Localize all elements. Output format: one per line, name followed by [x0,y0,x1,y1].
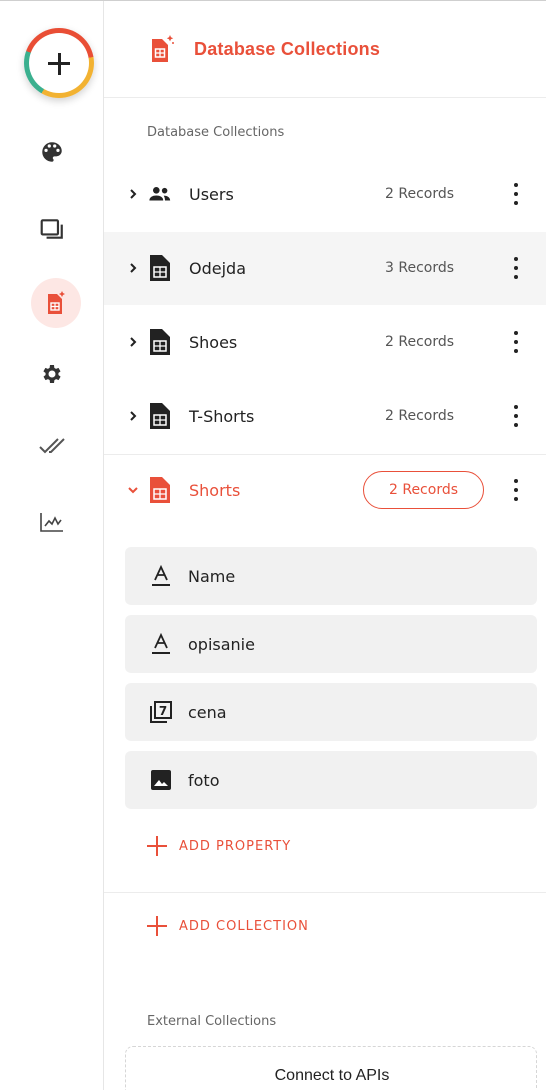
add-property-button[interactable]: ADD PROPERTY [147,834,291,858]
text-type-icon [149,564,173,588]
analytics-icon [40,513,63,532]
collection-row-odejda[interactable]: Odejda 3 Records [104,232,546,305]
users-icon [148,180,172,208]
record-count: 2 Records [385,334,455,350]
collection-row-t-shorts[interactable]: T-Shorts 2 Records [104,380,546,453]
property-item[interactable]: Name [125,547,537,605]
record-count: 2 Records [385,408,455,424]
divider [104,892,546,893]
chevron-right-icon[interactable] [126,407,140,425]
add-property-label: ADD PROPERTY [179,838,292,854]
external-collections-label: External Collections [147,1014,277,1029]
property-item[interactable]: foto [125,751,537,809]
text-type-icon [149,632,173,656]
plus-icon [147,916,167,936]
table-icon [148,328,172,356]
rail-item-database[interactable] [31,278,81,328]
add-button[interactable] [24,28,94,98]
property-name: Name [188,567,236,586]
image-type-icon [149,768,173,792]
plus-icon [147,836,167,856]
property-name: cena [188,703,227,722]
chevron-right-icon[interactable] [126,185,140,203]
rail-item-analytics[interactable] [32,502,72,542]
palette-icon [42,142,62,162]
collection-row-shoes[interactable]: Shoes 2 Records [104,306,546,379]
number-type-icon: 7 [149,700,173,724]
record-count: 3 Records [385,260,455,276]
add-collection-button[interactable]: ADD COLLECTION [147,914,309,938]
property-item[interactable]: opisanie [125,615,537,673]
collection-name: Shoes [189,333,238,352]
left-rail [0,1,104,1090]
database-icon [48,291,65,314]
chevron-right-icon[interactable] [126,259,140,277]
more-vertical-icon[interactable] [504,255,528,281]
collections-panel: Database Collections Database Collection… [104,1,546,1090]
table-icon [148,254,172,282]
collection-name: Users [189,185,234,204]
collection-row-users[interactable]: Users 2 Records [104,158,546,231]
rail-item-screens[interactable] [32,209,72,249]
database-collections-label: Database Collections [147,125,285,140]
svg-text:7: 7 [159,704,167,718]
table-icon [148,402,172,430]
property-name: opisanie [188,635,255,654]
page-title: Database Collections [194,39,381,59]
rail-item-theme[interactable] [32,132,72,172]
record-count-badge[interactable]: 2 Records [363,471,484,509]
connect-apis-button[interactable]: Connect to APIs [125,1046,537,1090]
double-check-icon [39,438,65,454]
table-icon [148,476,172,504]
collection-name: Shorts [189,481,241,500]
collection-name: Odejda [189,259,246,278]
screens-icon [40,219,63,239]
panel-header: Database Collections [104,1,546,98]
rail-item-checks[interactable] [32,426,72,466]
add-collection-label: ADD COLLECTION [179,918,309,934]
chevron-down-icon[interactable] [126,481,140,499]
property-item[interactable]: 7 cena [125,683,537,741]
rail-item-settings[interactable] [32,354,72,394]
connect-apis-label: Connect to APIs [274,1067,390,1084]
property-name: foto [188,771,220,790]
more-vertical-icon[interactable] [504,329,528,355]
chevron-right-icon[interactable] [126,333,140,351]
record-count: 2 Records [385,186,455,202]
collection-name: T-Shorts [189,407,255,426]
collection-row-shorts[interactable]: Shorts 2 Records [104,454,546,527]
more-vertical-icon[interactable] [504,403,528,429]
database-icon [152,35,174,62]
more-vertical-icon[interactable] [504,181,528,207]
more-vertical-icon[interactable] [504,477,528,503]
gear-icon [43,365,61,383]
plus-icon [29,33,89,93]
